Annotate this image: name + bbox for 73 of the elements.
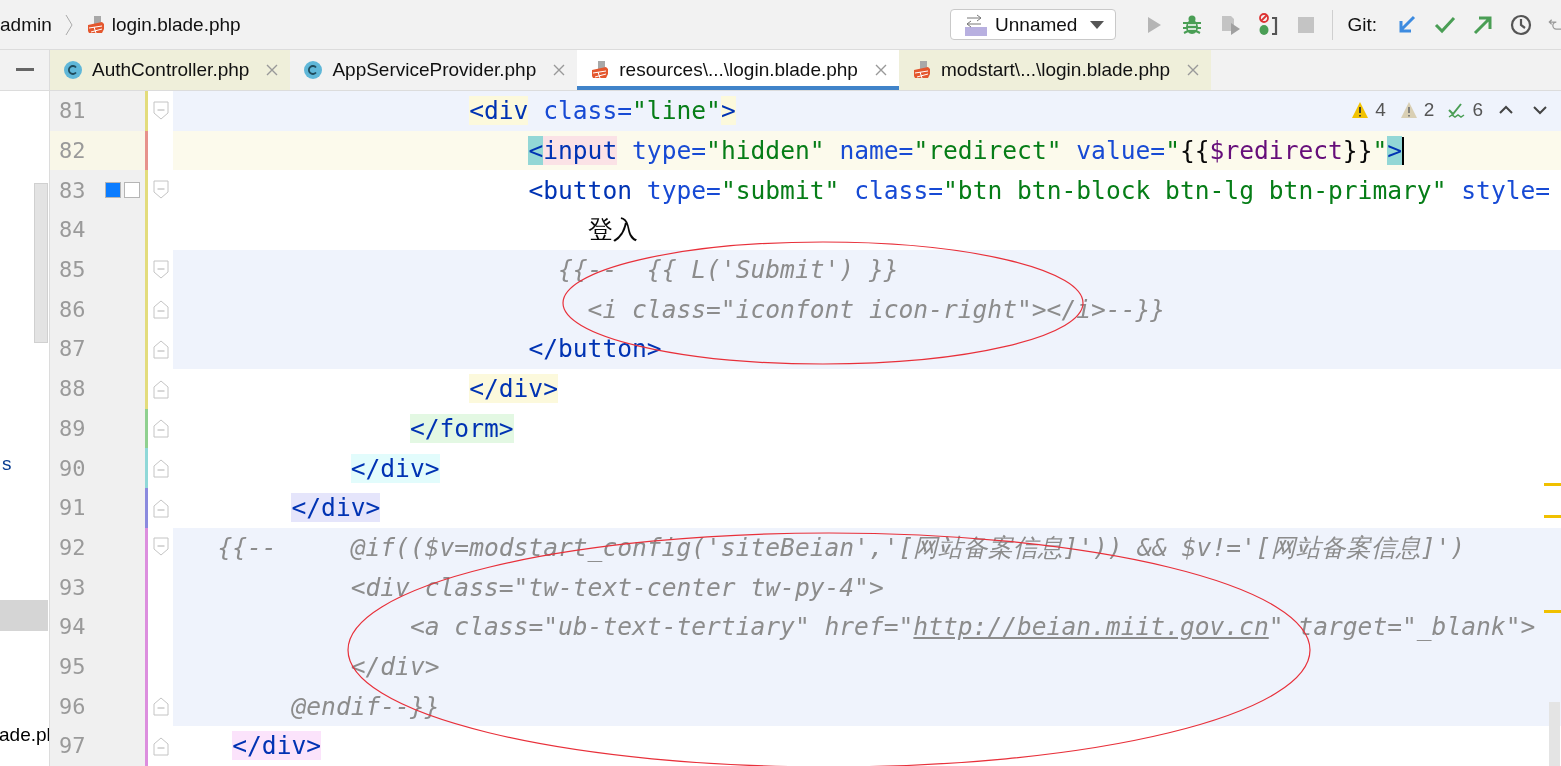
warning-marker[interactable] [1544, 610, 1561, 613]
line-number: 88 [58, 376, 87, 402]
fold-icon[interactable] [152, 537, 169, 558]
code-line: {{-- {{ L('Submit') }} [557, 255, 899, 285]
line-number: 87 [58, 336, 87, 362]
minimize-icon[interactable] [15, 68, 34, 72]
warning-marker[interactable] [1544, 483, 1561, 486]
run-configuration-dropdown[interactable]: Unnamed [950, 9, 1117, 40]
code-line: <a class="ub-text-tertiary" href="http://beian.miit.gov.cn" target="_blank"> [408, 612, 1536, 642]
line-number: 97 [58, 733, 87, 759]
line-number: 85 [58, 257, 87, 283]
warning-icon[interactable] [1351, 101, 1370, 119]
line-number: 91 [58, 495, 87, 521]
history-icon[interactable] [1509, 12, 1533, 37]
editor-tab[interactable]: modstart\...\login.blade.php [898, 50, 1212, 90]
code-line: <button type="submit" class="btn btn-block btn-lg btn-primary" style= [527, 175, 1551, 205]
warning-count[interactable]: 4 [1375, 99, 1386, 121]
typo-count[interactable]: 6 [1472, 99, 1483, 121]
color-swatch-icon[interactable] [105, 182, 121, 199]
code-line: 登入 [586, 214, 638, 247]
chevron-icon [63, 13, 74, 36]
line-number: 81 [58, 98, 87, 124]
fold-icon[interactable] [152, 299, 169, 320]
breadcrumb-item[interactable]: admin [0, 13, 52, 36]
tree-item-text[interactable]: s [2, 453, 12, 475]
code-line: <div class="line"> [468, 96, 736, 126]
tree-item-text[interactable]: ade.pl [0, 724, 49, 746]
line-number: 92 [58, 534, 87, 560]
file-icon [85, 14, 106, 35]
fold-icon[interactable] [152, 696, 169, 717]
line-number: 83 [58, 177, 87, 203]
weak-warning-icon[interactable] [1399, 101, 1418, 119]
code-line: </button> [527, 334, 662, 364]
scrollbar-thumb[interactable] [34, 183, 48, 343]
class-icon [63, 60, 83, 80]
breadcrumb-item[interactable]: login.blade.php [111, 13, 241, 36]
fold-icon[interactable] [152, 338, 169, 359]
class-icon [303, 60, 324, 80]
line-number: 95 [58, 653, 87, 679]
line-number: 93 [58, 574, 87, 600]
line-number: 89 [58, 415, 87, 441]
fold-icon[interactable] [152, 458, 169, 479]
close-icon[interactable] [266, 64, 279, 76]
code-line: <div class="tw-text-center tw-py-4"> [349, 572, 884, 602]
text-caret [1402, 136, 1405, 165]
color-swatch-icon[interactable] [124, 182, 140, 199]
line-number: 96 [58, 693, 87, 719]
fold-icon[interactable] [152, 497, 169, 518]
fold-icon[interactable] [152, 100, 169, 121]
editor-tab[interactable]: AuthController.php [50, 50, 291, 90]
weak-warning-count[interactable]: 2 [1423, 99, 1435, 121]
fold-icon[interactable] [152, 180, 169, 201]
caret-icon [1089, 19, 1106, 30]
line-number: 86 [58, 296, 87, 322]
double-check-icon[interactable] [1448, 101, 1467, 119]
close-icon[interactable] [874, 64, 887, 76]
line-number: 94 [58, 614, 87, 640]
fold-icon[interactable] [152, 735, 169, 756]
editor-tab[interactable]: resources\...\login.blade.php [577, 50, 899, 90]
fold-icon[interactable] [152, 418, 169, 439]
line-number: 82 [58, 138, 87, 164]
blade-file-icon [590, 60, 611, 80]
close-icon[interactable] [1187, 64, 1200, 76]
blade-file-icon [911, 60, 932, 80]
fold-icon[interactable] [152, 378, 169, 399]
line-number: 84 [58, 217, 87, 243]
warning-marker[interactable] [1544, 515, 1561, 518]
code-line: <input type="hidden" name="redirect" value="{{$redirect}}"> [527, 136, 1403, 166]
line-number: 90 [58, 455, 87, 481]
git-label: Git: [1347, 13, 1377, 36]
scrollbar-thumb[interactable] [1549, 702, 1560, 766]
fold-icon[interactable] [152, 259, 169, 280]
close-icon[interactable] [553, 64, 566, 76]
